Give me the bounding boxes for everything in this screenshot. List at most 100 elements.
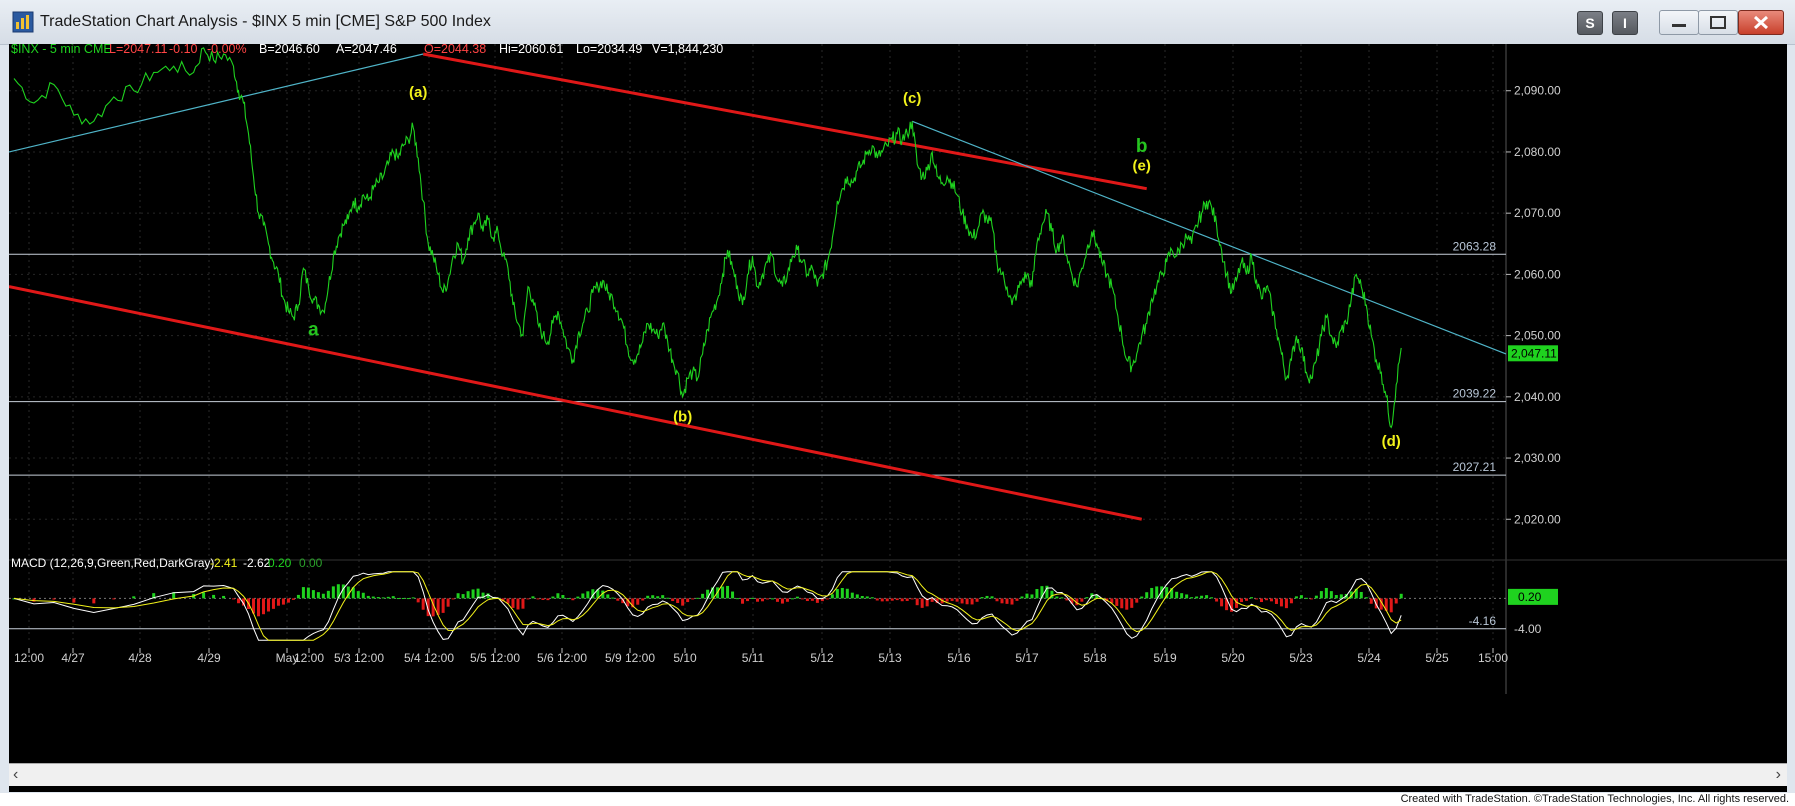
macd-histogram-bar [900, 598, 904, 602]
macd-histogram-bar [571, 598, 575, 601]
macd-histogram-bar [885, 598, 889, 602]
macd-histogram-bar [441, 598, 445, 613]
x-axis-tick-label: 5/18 [1083, 651, 1107, 665]
cyan-trend-line [9, 53, 424, 153]
macd-histogram-bar [1140, 596, 1144, 599]
macd-histogram-bar [1060, 597, 1064, 599]
macd-histogram-bar [406, 598, 410, 600]
macd-histogram-bar [825, 598, 829, 600]
wave-label: b [1136, 136, 1148, 157]
chart-plot-area[interactable]: 2,090.00 2,080.00 2,070.00 2,060.00 2,050.00… [9, 44, 1787, 792]
macd-histogram-bar [561, 595, 565, 599]
macd-histogram-bar [980, 597, 984, 599]
macd-histogram-bar [845, 588, 849, 599]
macd-histogram-bar [321, 593, 325, 599]
macd-histogram-bar [586, 591, 590, 599]
macd-histogram-bar [1180, 593, 1184, 599]
macd-histogram-bar [112, 598, 116, 600]
chart-header-field: Hi=2060.61 [499, 44, 563, 56]
macd-histogram-bar [995, 598, 999, 602]
wave-label: (b) [673, 408, 692, 425]
symbol-link-button[interactable]: S [1577, 11, 1603, 35]
macd-histogram-bar [1130, 598, 1134, 608]
macd-histogram-bar [985, 595, 989, 599]
macd-histogram-bar [311, 590, 315, 599]
macd-histogram-bar [691, 598, 695, 600]
macd-value: 0.20 [268, 556, 292, 570]
close-button[interactable] [1738, 10, 1784, 35]
x-axis-tick-label: 5/20 [1221, 651, 1245, 665]
scroll-left-arrow-icon[interactable]: ‹ [13, 766, 18, 784]
x-axis-tick-label: 5/9 12:00 [605, 651, 655, 665]
macd-histogram-bar [286, 598, 290, 603]
x-axis-tick-label: 5/16 [947, 651, 971, 665]
macd-histogram-bar [636, 598, 640, 605]
macd-last-value-label: 0.20 [1518, 590, 1542, 604]
window-title: TradeStation Chart Analysis - $INX 5 min… [40, 13, 491, 30]
macd-histogram-bar [451, 598, 455, 600]
close-icon [1753, 15, 1769, 30]
macd-histogram-bar [237, 598, 241, 604]
macd-histogram-bar [810, 598, 814, 601]
macd-histogram-bar [895, 598, 899, 601]
macd-histogram-bar [990, 596, 994, 599]
macd-histogram-bar [556, 593, 560, 599]
macd-histogram-bar [960, 598, 964, 604]
scroll-right-arrow-icon[interactable]: › [1776, 766, 1781, 784]
macd-histogram-bar [656, 596, 660, 599]
x-axis-tick-label: 5/17 [1015, 651, 1039, 665]
macd-histogram-bar [671, 598, 675, 602]
macd-histogram-bar [1085, 597, 1089, 599]
macd-histogram-bar [421, 598, 425, 610]
macd-histogram-bar [466, 591, 470, 599]
macd-histogram-bar [1020, 596, 1024, 599]
price-series-line [13, 47, 1402, 429]
macd-histogram-bar [751, 597, 755, 599]
macd-histogram-bar [446, 598, 450, 607]
chart-header-field: Lo=2034.49 [576, 44, 642, 56]
macd-histogram-bar [1240, 598, 1244, 603]
y-axis-tick-label: 2,080.00 [1514, 145, 1561, 159]
macd-histogram-bar [326, 590, 330, 599]
y-axis-tick-label: 2,040.00 [1514, 390, 1561, 404]
macd-histogram-bar [775, 598, 779, 602]
macd-histogram-bar [296, 594, 300, 599]
macd-histogram-bar [266, 598, 270, 612]
macd-histogram-bar [581, 593, 585, 599]
channel-trend-line [422, 52, 1147, 191]
horizontal-level-label: 2039.22 [1453, 387, 1497, 401]
macd-histogram-bar [746, 598, 750, 602]
macd-histogram-bar [780, 598, 784, 604]
macd-histogram-bar [1264, 598, 1268, 601]
price-chart-svg[interactable]: 2,090.00 2,080.00 2,070.00 2,060.00 2,050.00… [9, 44, 1787, 764]
macd-histogram-bar [391, 596, 395, 599]
macd-histogram-bar [1284, 598, 1288, 609]
macd-histogram-bar [830, 594, 834, 599]
macd-histogram-bar [741, 598, 745, 604]
macd-histogram-bar [800, 598, 804, 600]
macd-histogram-bar [1329, 591, 1333, 599]
macd-histogram-bar [1250, 597, 1254, 599]
macd-histogram-bar [371, 596, 375, 599]
x-axis-tick-label: 5/25 [1425, 651, 1449, 665]
minimize-button[interactable] [1659, 10, 1699, 35]
indicator-button[interactable]: I [1612, 11, 1638, 35]
macd-histogram-bar [257, 598, 260, 617]
macd-histogram-bar [785, 598, 789, 602]
channel-trend-line [9, 285, 1143, 521]
title-bar[interactable]: TradeStation Chart Analysis - $INX 5 min… [0, 0, 1795, 45]
macd-histogram-bar [890, 598, 894, 601]
x-axis-tick-label: 5/6 12:00 [537, 651, 587, 665]
macd-histogram-bar [1005, 598, 1009, 604]
macd-histogram-bar [860, 596, 864, 599]
macd-histogram-bar [905, 598, 909, 601]
horizontal-scrollbar[interactable]: ‹ › [9, 763, 1787, 786]
macd-histogram-bar [676, 598, 680, 603]
chart-header-field: B=2046.60 [259, 44, 320, 56]
macd-histogram-bar [1145, 592, 1149, 599]
macd-histogram-bar [281, 598, 285, 605]
x-axis-tick-label: 12:00 [294, 651, 324, 665]
macd-histogram-bar [301, 587, 305, 599]
macd-histogram-bar [1294, 596, 1298, 599]
maximize-button[interactable] [1698, 10, 1738, 35]
